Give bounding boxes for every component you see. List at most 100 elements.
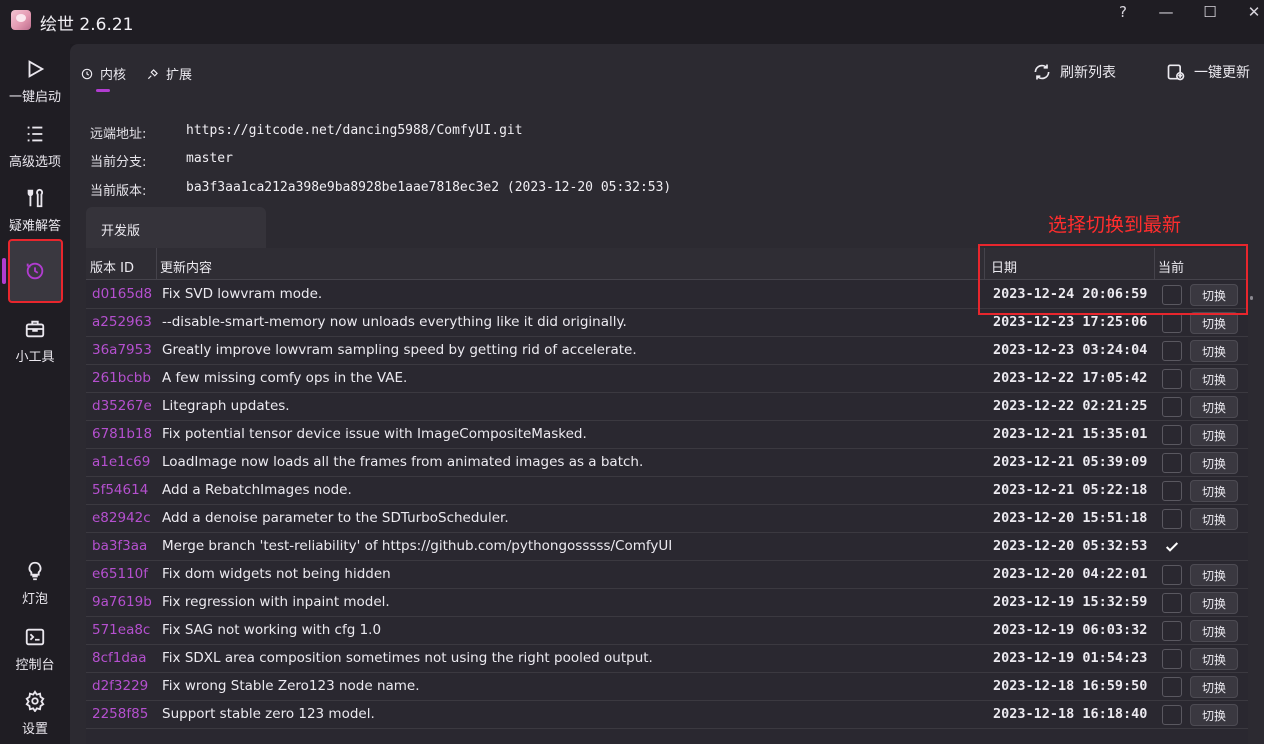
update-all-button[interactable]: 一键更新 xyxy=(1166,62,1250,82)
current-checkbox xyxy=(1162,621,1182,641)
tab-dev-branch[interactable]: 开发版 xyxy=(86,207,266,248)
current-checkbox xyxy=(1162,453,1182,473)
commit-id-link[interactable]: d35267e xyxy=(92,398,152,414)
help-button[interactable]: ? xyxy=(1101,0,1145,24)
tab-label: 扩展 xyxy=(166,68,193,83)
table-row: d2f3229 Fix wrong Stable Zero123 node nam… xyxy=(86,673,1248,701)
sidebar-item-label: 小工具 xyxy=(15,350,55,365)
switch-button[interactable]: 切换 xyxy=(1190,452,1238,474)
switch-button[interactable]: 切换 xyxy=(1190,340,1238,362)
switch-button[interactable]: 切换 xyxy=(1190,592,1238,614)
commit-message: LoadImage now loads all the frames from … xyxy=(162,454,644,470)
switch-button[interactable]: 切换 xyxy=(1190,676,1238,698)
commit-message: Add a RebatchImages node. xyxy=(162,482,352,498)
commit-id-link[interactable]: d2f3229 xyxy=(92,678,148,694)
table-row: 571ea8c Fix SAG not working with cfg 1.0 2… xyxy=(86,617,1248,645)
tab-bar: 内核 扩展 刷新列表 一键更新 xyxy=(70,44,1264,102)
tab-core[interactable]: 内核 xyxy=(80,64,126,83)
commit-id-link[interactable]: 36a7953 xyxy=(92,342,152,358)
commit-message: --disable-smart-memory now unloads every… xyxy=(162,314,627,330)
commit-message: Fix wrong Stable Zero123 node name. xyxy=(162,678,420,694)
update-all-label: 一键更新 xyxy=(1194,65,1250,81)
commit-date: 2023-12-22 17:05:42 xyxy=(993,370,1148,386)
commit-message: Merge branch 'test-reliability' of https… xyxy=(162,538,673,554)
sidebar-item-troubleshoot[interactable]: 疑难解答 xyxy=(0,187,70,247)
commit-id-link[interactable]: d0165d8 xyxy=(92,286,152,302)
commit-date: 2023-12-19 06:03:32 xyxy=(993,622,1148,638)
commit-id-link[interactable]: 5f54614 xyxy=(92,482,148,498)
sidebar: 一键启动 高级选项 疑难解答 小工具 灯泡 控制台 设置 xyxy=(0,44,70,744)
commit-id-link[interactable]: a1e1c69 xyxy=(92,454,150,470)
refresh-icon xyxy=(1034,64,1050,80)
current-checkbox xyxy=(1162,705,1182,725)
switch-button[interactable]: 切换 xyxy=(1190,424,1238,446)
sidebar-item-tools[interactable]: 小工具 xyxy=(0,318,70,378)
commit-message: A few missing comfy ops in the VAE. xyxy=(162,370,408,386)
commit-id-link[interactable]: 2258f85 xyxy=(92,706,148,722)
scrollbar[interactable] xyxy=(1250,296,1253,300)
sidebar-item-label: 设置 xyxy=(21,722,48,737)
table-row: 8cf1daa Fix SDXL area composition sometim… xyxy=(86,645,1248,673)
title-bar: 绘世 2.6.21 ? — ☐ ✕ xyxy=(0,0,1264,44)
app-title: 绘世 2.6.21 xyxy=(40,15,134,35)
current-checkbox xyxy=(1162,537,1182,557)
commit-id-link[interactable]: 9a7619b xyxy=(92,594,152,610)
commit-date: 2023-12-18 16:18:40 xyxy=(993,706,1148,722)
minimize-button[interactable]: — xyxy=(1144,0,1188,24)
commit-id-link[interactable]: 8cf1daa xyxy=(92,650,146,666)
switch-button[interactable]: 切换 xyxy=(1190,396,1238,418)
close-button[interactable]: ✕ xyxy=(1232,0,1264,24)
commit-id-link[interactable]: a252963 xyxy=(92,314,152,330)
commit-date: 2023-12-19 15:32:59 xyxy=(993,594,1148,610)
switch-button[interactable]: 切换 xyxy=(1190,648,1238,670)
current-checkbox xyxy=(1162,397,1182,417)
switch-button[interactable]: 切换 xyxy=(1190,564,1238,586)
commit-date: 2023-12-20 04:22:01 xyxy=(993,566,1148,582)
commit-id-link[interactable]: 6781b18 xyxy=(92,426,152,442)
commit-date: 2023-12-21 05:39:09 xyxy=(993,454,1148,470)
plugin-icon xyxy=(147,68,158,79)
commit-date: 2023-12-21 15:35:01 xyxy=(993,426,1148,442)
maximize-button[interactable]: ☐ xyxy=(1188,0,1232,24)
commit-id-link[interactable]: 571ea8c xyxy=(92,622,150,638)
table-row: 5f54614 Add a RebatchImages node. 2023-12-… xyxy=(86,477,1248,505)
sidebar-item-settings[interactable]: 设置 xyxy=(0,690,70,744)
current-checkbox xyxy=(1162,593,1182,613)
commit-id-link[interactable]: ba3f3aa xyxy=(92,538,147,554)
sidebar-item-label: 灯泡 xyxy=(21,592,48,607)
table-row: e65110f Fix dom widgets not being hidden 2… xyxy=(86,561,1248,589)
commit-date: 2023-12-23 03:24:04 xyxy=(993,342,1148,358)
branch-value: master xyxy=(186,151,233,166)
table-row: 9a7619b Fix regression with inpaint model… xyxy=(86,589,1248,617)
sidebar-item-advanced[interactable]: 高级选项 xyxy=(0,123,70,183)
table-row: ba3f3aa Merge branch 'test-reliability' o… xyxy=(86,533,1248,561)
sidebar-item-console[interactable]: 控制台 xyxy=(0,626,70,686)
commit-id-link[interactable]: 261bcbb xyxy=(92,370,151,386)
sidebar-active-indicator xyxy=(2,258,6,284)
switch-button[interactable]: 切换 xyxy=(1190,368,1238,390)
version-row: 当前版本: ba3f3aa1ca212a398e9ba8928be1aae781… xyxy=(90,180,671,199)
sidebar-item-launch[interactable]: 一键启动 xyxy=(0,58,70,118)
commit-message: Fix regression with inpaint model. xyxy=(162,594,390,610)
switch-button[interactable]: 切换 xyxy=(1190,704,1238,726)
list-icon xyxy=(27,126,43,142)
table-row: e82942c Add a denoise parameter to the SD… xyxy=(86,505,1248,533)
switch-button[interactable]: 切换 xyxy=(1190,620,1238,642)
table-row: 2258f85 Support stable zero 123 model. 202… xyxy=(86,701,1248,729)
sidebar-item-bulb[interactable]: 灯泡 xyxy=(0,560,70,620)
refresh-list-button[interactable]: 刷新列表 xyxy=(1032,62,1116,82)
checkmark-icon xyxy=(1165,542,1179,552)
switch-button[interactable]: 切换 xyxy=(1190,480,1238,502)
commit-id-link[interactable]: e65110f xyxy=(92,566,148,582)
sidebar-item-label: 高级选项 xyxy=(8,155,61,170)
branch-row: 当前分支: master xyxy=(90,151,233,170)
remote-url-value: https://gitcode.net/dancing5988/ComfyUI.… xyxy=(186,123,523,138)
version-label: 当前版本: xyxy=(90,184,147,199)
table-row: 261bcbb A few missing comfy ops in the VA… xyxy=(86,365,1248,393)
commit-id-link[interactable]: e82942c xyxy=(92,510,151,526)
sidebar-item-history[interactable] xyxy=(8,239,63,303)
switch-button[interactable]: 切换 xyxy=(1190,312,1238,334)
switch-button[interactable]: 切换 xyxy=(1190,508,1238,530)
commit-message: Fix potential tensor device issue with I… xyxy=(162,426,587,442)
tab-extensions[interactable]: 扩展 xyxy=(146,64,192,83)
